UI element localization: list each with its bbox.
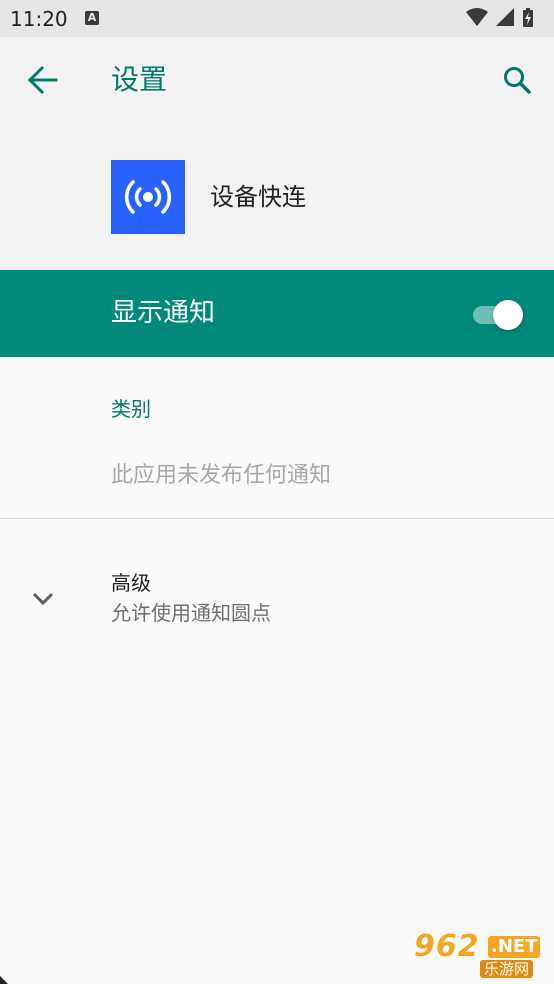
no-notifications-message: 此应用未发布任何通知 [111,463,332,488]
app-bar: 设置 设备快连 [0,37,554,270]
wifi-icon [466,8,488,26]
show-notifications-label: 显示通知 [111,298,216,328]
arrow-left-icon [27,65,58,95]
chevron-down-icon [32,592,54,606]
watermark-text: 乐游网 [480,960,534,978]
battery-charging-icon [523,8,533,27]
broadcast-icon [125,180,171,214]
watermark-suffix: .NET [488,936,541,958]
status-icons [466,8,533,27]
advanced-summary: 允许使用通知圆点 [111,601,271,625]
show-notifications-switch-row[interactable]: 显示通知 [0,270,554,357]
advanced-title: 高级 [111,571,151,595]
divider [0,518,554,519]
back-button[interactable] [20,57,66,103]
toggle-thumb[interactable] [493,300,523,330]
page-title: 设置 [111,63,168,96]
search-button[interactable] [494,57,540,103]
notification-a-label: A [87,11,97,24]
advanced-expander[interactable]: 高级 允许使用通知圆点 [0,540,554,650]
notification-a-icon: A [85,11,99,25]
cell-signal-icon [496,8,514,26]
app-name: 设备快连 [210,183,306,211]
search-icon [504,67,531,94]
watermark-logo: 962 .NET 乐游网 [406,930,548,980]
status-time: 11:20 [10,7,68,31]
categories-header: 类别 [111,397,151,421]
app-icon [111,160,185,234]
watermark-number: 962 [414,929,480,964]
status-bar: 11:20 A [0,0,554,37]
corner-mark-icon [0,976,8,984]
